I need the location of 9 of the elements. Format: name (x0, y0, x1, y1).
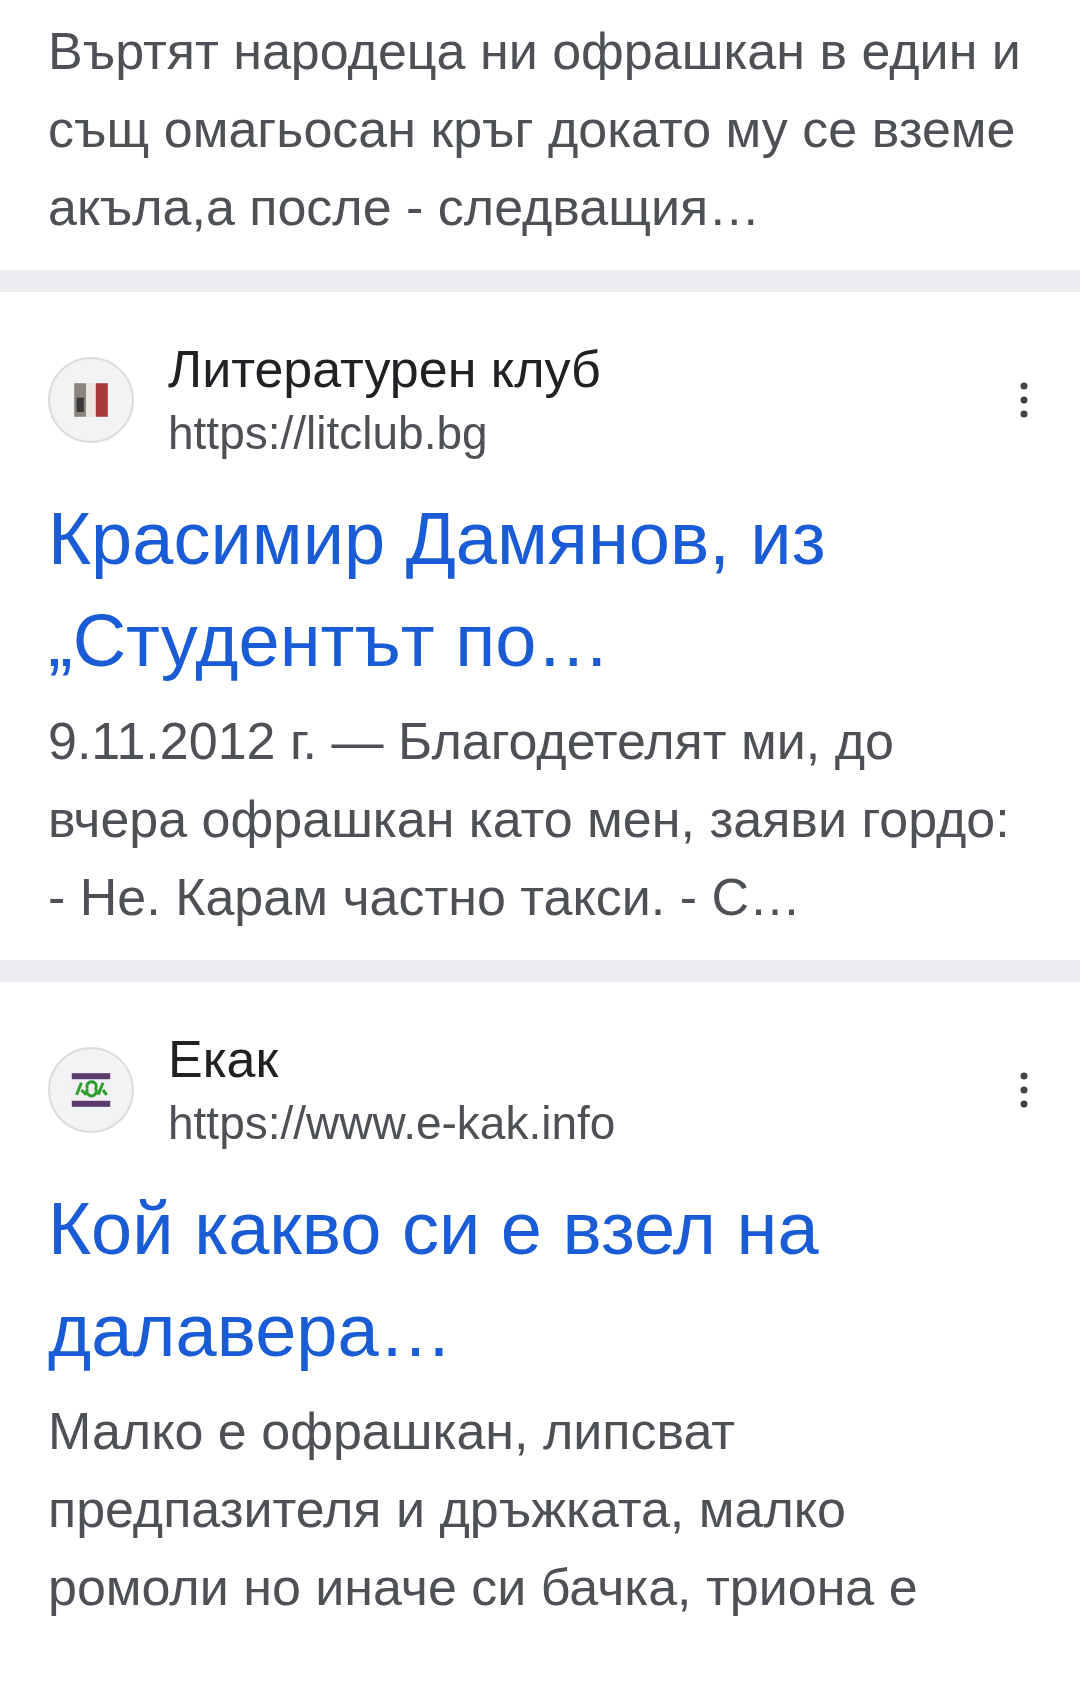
site-name[interactable]: Литературен клуб (168, 336, 976, 402)
site-name[interactable]: Екак (168, 1026, 976, 1092)
result-title-link[interactable]: Кой какво си е взел на далавера… (48, 1178, 998, 1382)
result-title-link[interactable]: Красимир Дамянов, из „Студентът по… (48, 488, 998, 692)
site-url[interactable]: https://www.e-kak.info (168, 1092, 976, 1154)
result-snippet: Малко е офрашкан, липсват предпазителя и дръжката, малко ромоли но иначе си бачка, триона е (48, 1401, 919, 1618)
result-snippet: Въртят народеца ни офрашкан в един и същ омагьосан кръг докато му се вземе акъла,а после - следващия… (48, 21, 1022, 238)
site-url[interactable]: https://litclub.bg (168, 402, 976, 464)
result-snippet: 9.11.2012 г. — Благодетелят ми, до вчера офрашкан като мен, заяви гордо: - Не. Карам частно такси. - С… (48, 711, 1011, 928)
